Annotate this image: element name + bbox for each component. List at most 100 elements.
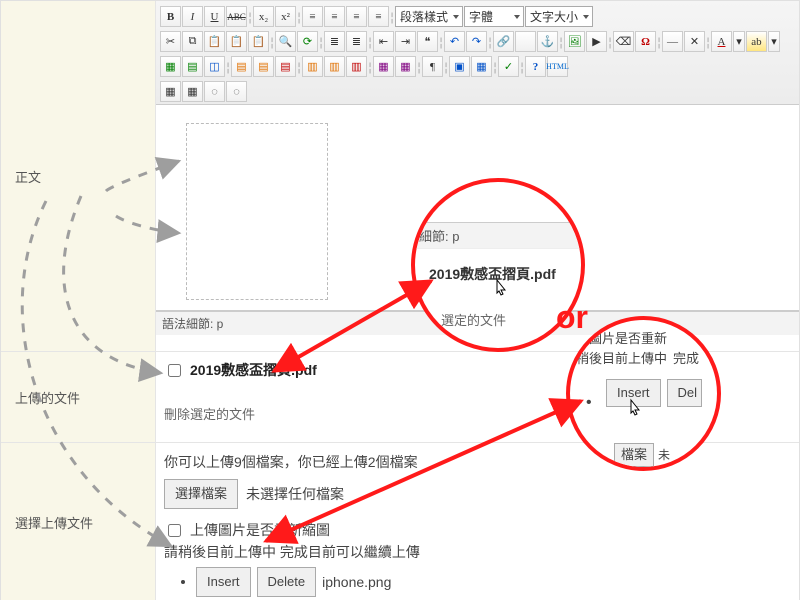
bold-button[interactable]: B <box>160 6 181 27</box>
col-after-button[interactable]: ▥ <box>324 56 345 77</box>
image-placeholder[interactable] <box>186 123 328 300</box>
font-family-select[interactable]: 字體 <box>464 6 524 27</box>
table-misc1-button[interactable]: ▦ <box>160 81 181 102</box>
merge-button[interactable]: ▦ <box>373 56 394 77</box>
col-del-button[interactable]: ▥ <box>346 56 367 77</box>
paste-button[interactable]: 📋 <box>204 31 225 52</box>
forecolor-button[interactable]: A <box>711 31 732 52</box>
paragraph-style-select[interactable]: 段落樣式 <box>395 6 463 27</box>
align-right-button[interactable]: ≡ <box>346 6 367 27</box>
cut-button[interactable]: ✂ <box>160 31 181 52</box>
row-before-button[interactable]: ▤ <box>231 56 252 77</box>
status-prefix: 語法細節: <box>162 317 217 331</box>
delete-selected-link[interactable]: 刪除選定的文件 <box>164 404 255 423</box>
strike-button[interactable]: ABC <box>226 6 247 27</box>
outdent-button[interactable]: ⇤ <box>373 31 394 52</box>
label-body-text: 正文 <box>15 167 41 186</box>
clear-format-button[interactable]: ⌫ <box>613 31 634 52</box>
image-button[interactable]: 🖼 <box>564 31 585 52</box>
resize-checkbox-label: 上傳圖片是否重新縮圖 <box>190 519 330 541</box>
table-misc2-button[interactable]: ▦ <box>182 81 203 102</box>
ul-button[interactable]: ≣ <box>324 31 345 52</box>
blockquote-button[interactable]: ❝ <box>417 31 438 52</box>
redo-button[interactable]: ↷ <box>466 31 487 52</box>
undo-button[interactable]: ↶ <box>444 31 465 52</box>
backcolor-dd[interactable]: ▾ <box>768 31 780 52</box>
spellcheck-button[interactable]: ✓ <box>498 56 519 77</box>
delete-button[interactable]: Delete <box>257 567 317 597</box>
unlink-button[interactable]: ⚓⃠ <box>515 31 536 52</box>
subscript-button[interactable]: x₂ <box>253 6 274 27</box>
paste-text-button[interactable]: 📋 <box>226 31 247 52</box>
table-misc4-button[interactable]: ◌ <box>226 81 247 102</box>
align-justify-button[interactable]: ≡ <box>368 6 389 27</box>
indent-button[interactable]: ⇥ <box>395 31 416 52</box>
row-props-button[interactable]: ▤ <box>182 56 203 77</box>
link-button[interactable]: 🔗 <box>493 31 514 52</box>
template-button[interactable]: ▦ <box>471 56 492 77</box>
zoom1-selected: 選定的文件 <box>441 310 506 329</box>
hr-button[interactable]: — <box>662 31 683 52</box>
editor-toolbar: B I U ABC ¦ x₂ x² ¦ ≡ ≡ ≡ ≡ ¦ 段落樣式 字體 文字… <box>156 1 799 105</box>
label-select-upload: 選擇上傳文件 <box>1 443 156 600</box>
replace-button[interactable]: ⟳ <box>297 31 318 52</box>
help-button[interactable]: ? <box>525 56 546 77</box>
zoom-circle-buttons: 傳圖片是否重新 稍後目前上傳中 完成 • Insert Del 檔案 未 <box>566 316 721 471</box>
zoom2-line2a: 稍後目前上傳中 <box>576 349 667 369</box>
media-button[interactable]: ▶ <box>586 31 607 52</box>
status-value: p <box>217 317 224 331</box>
page-root: 正文 B I U ABC ¦ x₂ x² ¦ ≡ ≡ ≡ ≡ ¦ <box>0 0 800 600</box>
label-select-upload-text: 選擇上傳文件 <box>15 513 93 532</box>
uploaded-file-name: 2019敷感盃摺頁.pdf <box>190 360 317 380</box>
zoom2-choose-trunc[interactable]: 檔案 <box>614 443 654 467</box>
char-button[interactable]: Ω <box>635 31 656 52</box>
row-del-button[interactable]: ▤ <box>275 56 296 77</box>
forecolor-dd[interactable]: ▾ <box>733 31 745 52</box>
split-button[interactable]: ▦ <box>395 56 416 77</box>
label-uploaded-text: 上傳的文件 <box>15 388 80 407</box>
wait-line: 請稍後目前上傳中 完成目前可以繼續上傳 <box>164 541 791 563</box>
zoom2-insert-button[interactable]: Insert <box>606 379 661 407</box>
label-uploaded: 上傳的文件 <box>1 352 156 442</box>
anchor-button[interactable]: ⚓ <box>537 31 558 52</box>
row-after-button[interactable]: ▤ <box>253 56 274 77</box>
table-button[interactable]: ▦ <box>160 56 181 77</box>
paste-word-button[interactable]: 📋 <box>248 31 269 52</box>
ol-button[interactable]: ≣ <box>346 31 367 52</box>
html-button[interactable]: HTML <box>547 56 568 77</box>
zoom2-delete-button[interactable]: Del <box>667 379 703 407</box>
resize-checkbox[interactable] <box>168 524 181 537</box>
pending-filename: iphone.png <box>322 571 391 593</box>
bullet-icon: • <box>586 393 592 413</box>
or-label: or <box>556 299 588 336</box>
italic-button[interactable]: I <box>182 6 203 27</box>
clear-button[interactable]: ✕ <box>684 31 705 52</box>
zoom2-choose-right: 未 <box>658 445 670 465</box>
no-file-label: 未選擇任何檔案 <box>246 483 344 505</box>
zoom1-filename: 2019敷感盃摺頁.pdf <box>429 264 556 284</box>
superscript-button[interactable]: x² <box>275 6 296 27</box>
pending-list: Insert Delete iphone.png <box>178 567 791 597</box>
find-button[interactable]: 🔍 <box>275 31 296 52</box>
choose-file-button[interactable]: 選擇檔案 <box>164 479 238 509</box>
select-cell: 你可以上傳9個檔案，你已經上傳2個檔案 選擇檔案 未選擇任何檔案 上傳圖片是否重… <box>156 443 799 600</box>
backcolor-button[interactable]: ab <box>746 31 767 52</box>
copy-button[interactable]: ⧉ <box>182 31 203 52</box>
zoom2-line2b: 完成 <box>673 349 699 369</box>
label-body: 正文 <box>1 1 156 351</box>
col-before-button[interactable]: ▥ <box>302 56 323 77</box>
resize-checkbox-row[interactable]: 上傳圖片是否重新縮圖 <box>164 519 791 541</box>
align-center-button[interactable]: ≡ <box>324 6 345 27</box>
insert-button[interactable]: Insert <box>196 567 251 597</box>
align-left-button[interactable]: ≡ <box>302 6 323 27</box>
uploaded-file-checkbox[interactable] <box>168 364 181 377</box>
underline-button[interactable]: U <box>204 6 225 27</box>
zoom1-status: 細節: p <box>415 222 581 249</box>
pending-item: Insert Delete iphone.png <box>196 567 791 597</box>
quota-line: 你可以上傳9個檔案，你已經上傳2個檔案 <box>164 451 791 473</box>
font-size-select[interactable]: 文字大小 <box>525 6 593 27</box>
cell-props-button[interactable]: ◫ <box>204 56 225 77</box>
table-misc3-button[interactable]: ◌ <box>204 81 225 102</box>
fullpage-button[interactable]: ▣ <box>449 56 470 77</box>
invisible-chars-button[interactable]: ¶ <box>422 56 443 77</box>
